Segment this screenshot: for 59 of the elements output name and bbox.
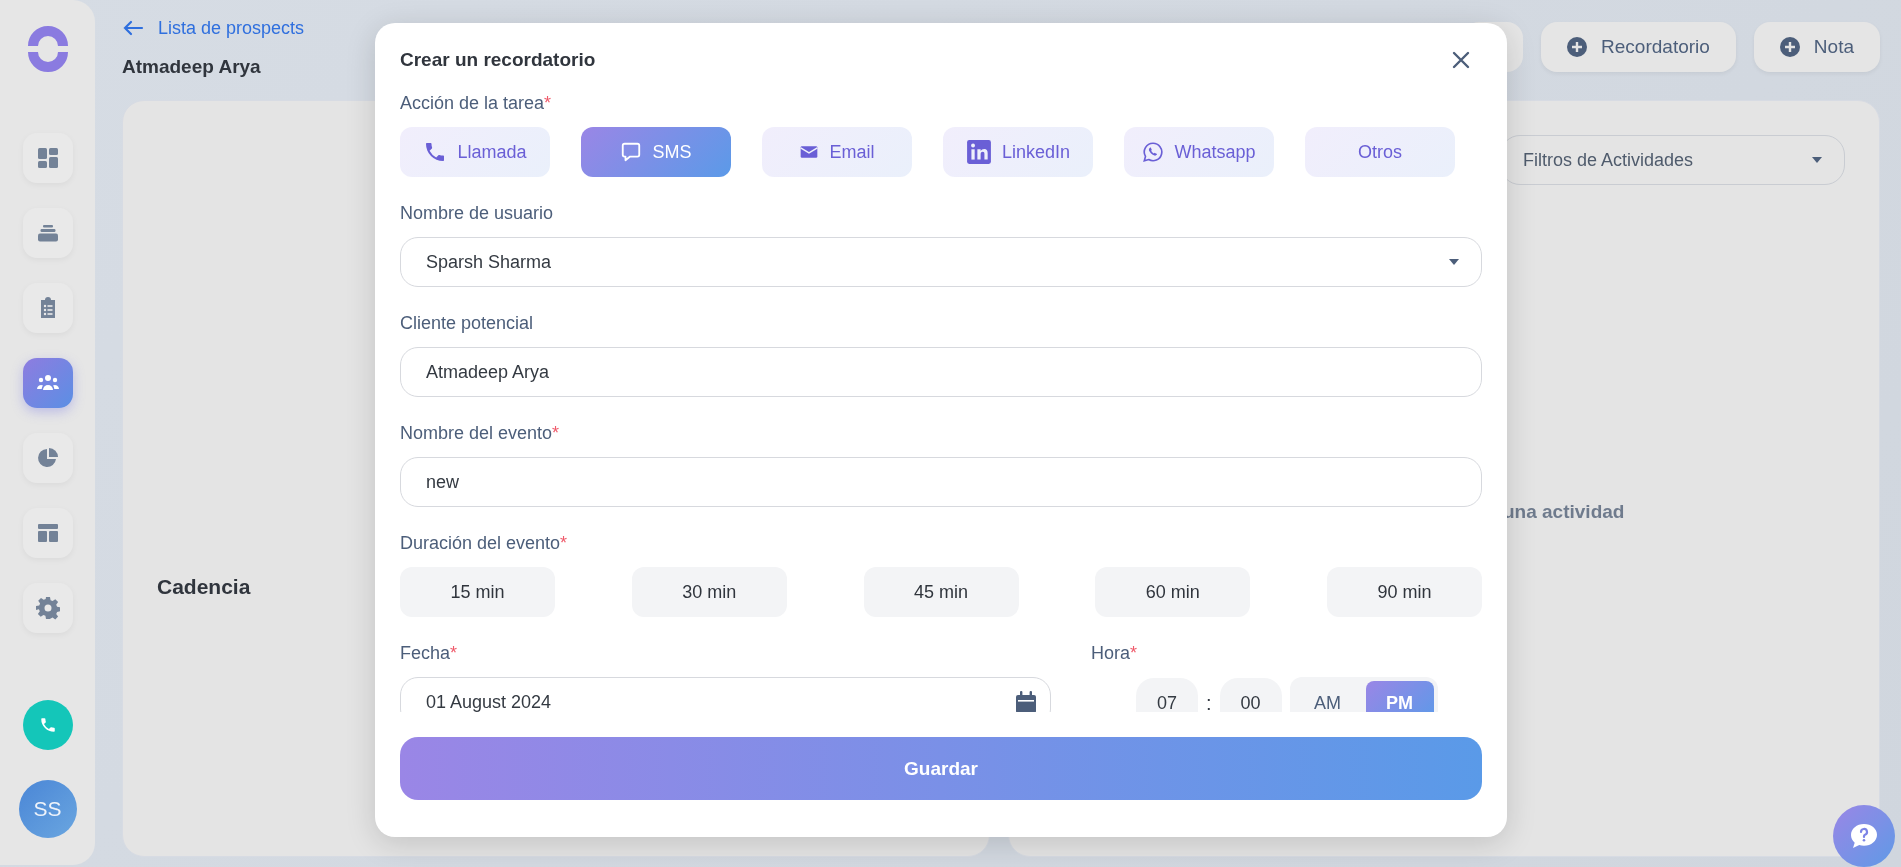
- task-action-button[interactable]: Email: [762, 127, 912, 178]
- back-arrow-icon: [122, 20, 144, 36]
- task-action-button[interactable]: Otros: [1305, 127, 1455, 178]
- duration-option[interactable]: 60 min: [1095, 567, 1251, 618]
- sidebar-item[interactable]: [22, 283, 73, 333]
- add-button[interactable]: Recordatorio: [1541, 22, 1736, 72]
- prospect-name: Atmadeep Arya: [122, 56, 262, 78]
- phone-icon: [38, 716, 57, 734]
- back-link[interactable]: Lista de prospects: [122, 14, 305, 42]
- add-button[interactable]: Nota: [1753, 22, 1880, 72]
- minute-field[interactable]: 00: [1219, 678, 1282, 712]
- sidebar-item[interactable]: [22, 133, 73, 183]
- card-heading: Cadencia: [157, 575, 251, 599]
- time-separator: :: [1206, 691, 1212, 712]
- chat-bubble-icon: [620, 141, 643, 164]
- sidebar-item[interactable]: [22, 358, 73, 408]
- period-option[interactable]: AM: [1293, 681, 1362, 712]
- hour-field[interactable]: 07: [1136, 678, 1198, 712]
- sidebar-item[interactable]: [22, 433, 73, 483]
- date-field[interactable]: 01 August 2024: [400, 677, 1051, 712]
- field-label: Cliente potencial: [400, 313, 535, 336]
- pie-chart-icon: [35, 446, 60, 470]
- calendar-icon: [1016, 691, 1036, 712]
- dialog-title: Crear un recordatorio: [400, 49, 596, 72]
- caret-icon: [1812, 157, 1822, 163]
- duration-option[interactable]: 15 min: [400, 567, 555, 618]
- chat-question-icon: [1849, 822, 1879, 850]
- task-action-button[interactable]: SMS: [581, 127, 731, 178]
- task-action-button[interactable]: Whatsapp: [1124, 127, 1274, 178]
- field-label: Acción de la tarea*: [400, 93, 553, 116]
- duration-option[interactable]: 90 min: [1327, 567, 1482, 618]
- plus-circle-icon: [1779, 37, 1800, 57]
- dashboard-icon: [35, 146, 60, 170]
- chat-phone-icon: [1142, 141, 1165, 164]
- field-label: Hora*: [1091, 643, 1139, 666]
- save-button[interactable]: Guardar: [400, 737, 1482, 800]
- field-label: Nombre de usuario: [400, 203, 555, 226]
- plus-circle-icon: [1567, 37, 1588, 57]
- sidebar-item[interactable]: [22, 208, 73, 258]
- user-select[interactable]: Sparsh Sharma: [400, 237, 1482, 288]
- settings-icon: [35, 596, 60, 620]
- task-action-button[interactable]: Llamada: [400, 127, 550, 178]
- call-button[interactable]: [22, 700, 73, 750]
- close-icon: [1452, 51, 1470, 70]
- task-action-button[interactable]: LinkedIn: [943, 127, 1093, 178]
- field-label: Fecha*: [400, 643, 459, 666]
- layout-icon: [35, 521, 60, 545]
- duration-option[interactable]: 30 min: [631, 567, 787, 618]
- input-field[interactable]: new: [400, 457, 1482, 508]
- linkedin-icon: [965, 139, 992, 166]
- sidebar-item[interactable]: [22, 583, 73, 633]
- duration-option[interactable]: 45 min: [863, 567, 1019, 618]
- period-option[interactable]: PM: [1365, 681, 1434, 712]
- sidebar-item[interactable]: [22, 508, 73, 558]
- caret-icon: [1449, 259, 1459, 266]
- field-label: Duración del evento*: [400, 533, 569, 556]
- input-field[interactable]: Atmadeep Arya: [400, 347, 1482, 398]
- field-label: Nombre del evento*: [400, 423, 561, 446]
- user-avatar[interactable]: SS: [18, 780, 77, 838]
